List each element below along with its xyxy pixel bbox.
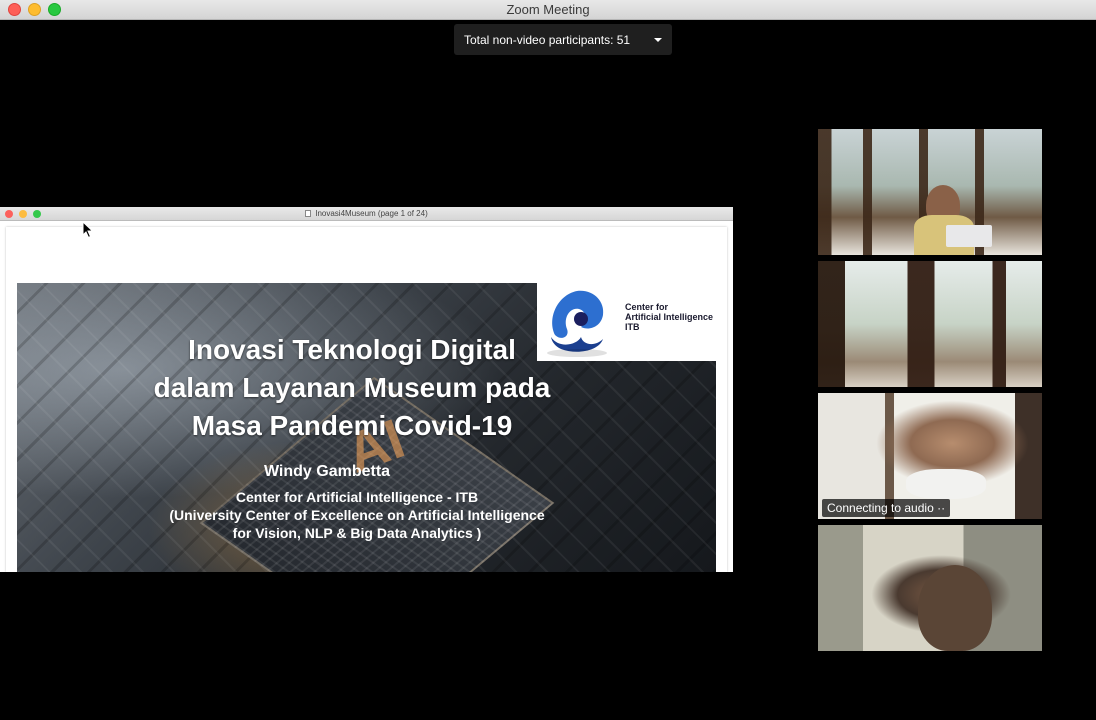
slide-author: Windy Gambetta xyxy=(263,463,391,480)
shared-window-title-text: Inovasi4Museum (page 1 of 24) xyxy=(315,209,428,218)
logo-line: ITB xyxy=(625,322,640,332)
affiliation-line: Center for Artificial Intelligence - ITB xyxy=(235,489,479,505)
slide-title-line: dalam Layanan Museum pada xyxy=(153,372,551,403)
affiliation-line: for Vision, NLP & Big Data Analytics ) xyxy=(232,525,482,541)
slide-title-line: Inovasi Teknologi Digital xyxy=(188,334,516,365)
slide-title: Inovasi Teknologi Digital dalam Layanan … xyxy=(122,331,582,445)
laptop-graphic xyxy=(946,225,992,247)
slide-affiliation: Center for Artificial Intelligence - ITB… xyxy=(27,488,687,542)
shared-window-title: Inovasi4Museum (page 1 of 24) xyxy=(0,209,733,218)
logo-line: Center for xyxy=(625,302,669,312)
chevron-down-icon xyxy=(654,38,662,42)
participant-figure xyxy=(918,565,992,651)
participant-video-tile[interactable] xyxy=(818,129,1042,255)
slide-title-line: Masa Pandemi Covid-19 xyxy=(191,410,513,441)
participants-label: Total non-video participants: 51 xyxy=(464,32,631,47)
non-video-participants-dropdown[interactable]: Total non-video participants: 51 xyxy=(454,24,672,55)
mouse-cursor-icon xyxy=(82,221,94,239)
shared-window-titlebar: Inovasi4Museum (page 1 of 24) xyxy=(0,207,733,221)
affiliation-line: (University Center of Excellence on Arti… xyxy=(169,507,545,523)
logo-line: Artificial Intelligence xyxy=(625,312,714,322)
participant-video-tile[interactable] xyxy=(818,261,1042,387)
document-icon xyxy=(305,210,312,217)
window-titlebar: Zoom Meeting xyxy=(0,0,1096,20)
connecting-audio-label: Connecting to audio ·· xyxy=(822,499,951,517)
logo-text: Center for Artificial Intelligence ITB xyxy=(625,302,713,332)
face-mask-graphic xyxy=(906,469,986,499)
presentation-slide: AI Center for Artificial Intelligence IT… xyxy=(17,283,716,572)
participant-video-tile[interactable] xyxy=(818,525,1042,651)
participant-video-tile[interactable]: Connecting to audio ·· xyxy=(818,393,1042,519)
window-title: Zoom Meeting xyxy=(506,2,590,17)
